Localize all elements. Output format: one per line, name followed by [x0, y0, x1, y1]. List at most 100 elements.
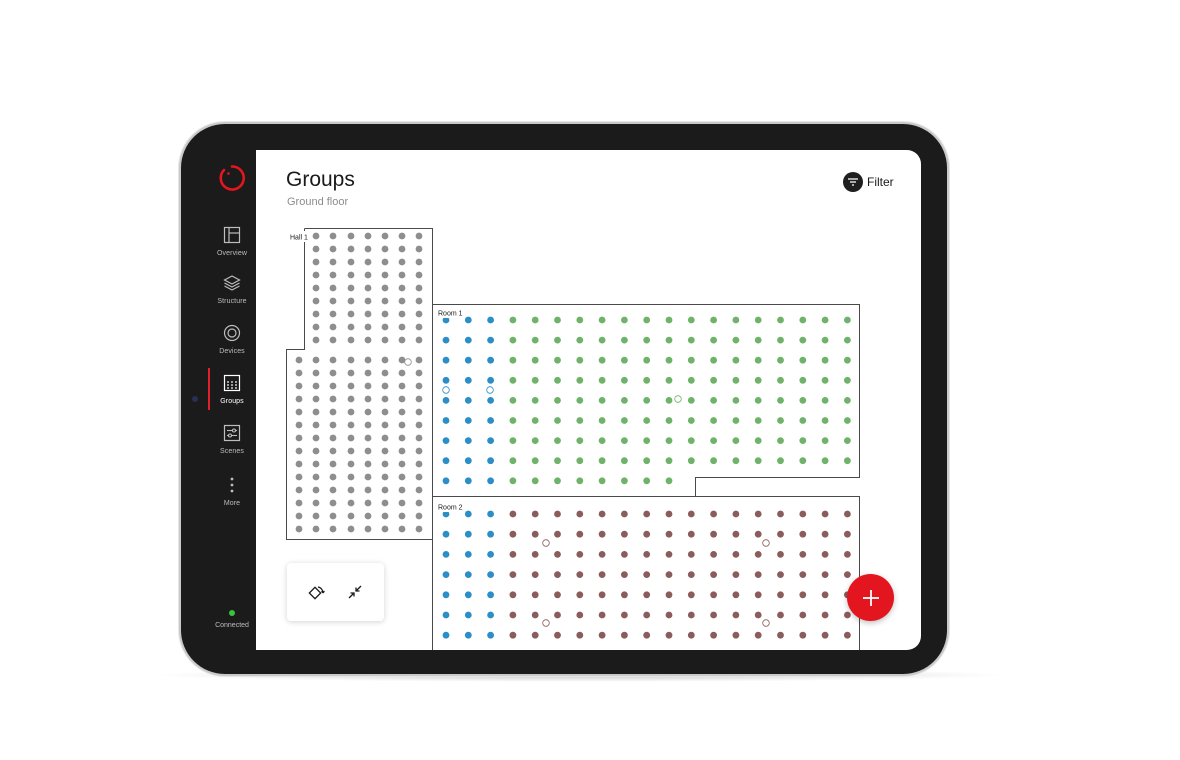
device-dot[interactable]: [777, 551, 784, 558]
device-dot[interactable]: [415, 512, 423, 520]
device-dot[interactable]: [312, 284, 320, 292]
device-dot[interactable]: [398, 323, 406, 331]
device-dot[interactable]: [347, 369, 355, 377]
device-dot[interactable]: [312, 395, 320, 403]
device-dot[interactable]: [415, 323, 423, 331]
device-dot[interactable]: [754, 611, 762, 619]
sensor-marker-icon[interactable]: [542, 619, 550, 627]
device-dot[interactable]: [576, 530, 584, 538]
device-dot[interactable]: [415, 284, 423, 292]
device-dot[interactable]: [799, 336, 807, 344]
device-dot[interactable]: [821, 530, 829, 538]
device-dot[interactable]: [621, 530, 628, 538]
device-dot[interactable]: [754, 397, 762, 404]
device-dot[interactable]: [464, 591, 472, 599]
device-dot[interactable]: [598, 530, 606, 538]
device-dot[interactable]: [364, 421, 372, 429]
device-dot[interactable]: [531, 510, 539, 518]
device-dot[interactable]: [295, 499, 303, 507]
add-button[interactable]: [847, 574, 894, 621]
device-dot[interactable]: [442, 551, 450, 558]
device-dot[interactable]: [509, 530, 517, 538]
device-dot[interactable]: [295, 473, 303, 481]
device-dot[interactable]: [364, 447, 372, 455]
device-dot[interactable]: [554, 571, 561, 578]
device-dot[interactable]: [621, 437, 628, 444]
device-dot[interactable]: [754, 551, 762, 558]
device-dot[interactable]: [732, 437, 740, 444]
device-dot[interactable]: [554, 591, 561, 599]
device-dot[interactable]: [531, 457, 539, 465]
device-dot[interactable]: [381, 271, 389, 279]
device-dot[interactable]: [621, 457, 628, 465]
device-dot[interactable]: [554, 631, 561, 639]
device-dot[interactable]: [844, 437, 851, 444]
device-dot[interactable]: [381, 382, 389, 390]
device-dot[interactable]: [381, 356, 389, 364]
device-dot[interactable]: [487, 510, 494, 518]
device-dot[interactable]: [381, 395, 389, 403]
device-dot[interactable]: [732, 376, 740, 384]
device-dot[interactable]: [509, 336, 517, 344]
device-dot[interactable]: [442, 397, 450, 404]
device-dot[interactable]: [643, 417, 651, 424]
device-dot[interactable]: [844, 551, 851, 558]
device-dot[interactable]: [329, 499, 337, 507]
device-dot[interactable]: [531, 316, 539, 324]
device-dot[interactable]: [710, 571, 717, 578]
device-dot[interactable]: [381, 232, 389, 240]
device-dot[interactable]: [312, 271, 320, 279]
device-dot[interactable]: [312, 356, 320, 364]
device-dot[interactable]: [442, 611, 450, 619]
device-dot[interactable]: [710, 551, 717, 558]
device-dot[interactable]: [576, 397, 584, 404]
device-dot[interactable]: [381, 284, 389, 292]
device-dot[interactable]: [643, 397, 651, 404]
device-dot[interactable]: [312, 310, 320, 318]
device-dot[interactable]: [643, 571, 651, 578]
device-dot[interactable]: [621, 571, 628, 578]
device-dot[interactable]: [576, 551, 584, 558]
device-dot[interactable]: [777, 571, 784, 578]
device-dot[interactable]: [554, 356, 561, 364]
device-dot[interactable]: [464, 316, 472, 324]
device-dot[interactable]: [643, 356, 651, 364]
device-dot[interactable]: [312, 232, 320, 240]
device-dot[interactable]: [347, 271, 355, 279]
device-dot[interactable]: [464, 397, 472, 404]
device-dot[interactable]: [415, 395, 423, 403]
device-dot[interactable]: [464, 530, 472, 538]
device-dot[interactable]: [329, 336, 337, 344]
device-dot[interactable]: [844, 376, 851, 384]
device-dot[interactable]: [364, 271, 372, 279]
device-dot[interactable]: [464, 336, 472, 344]
device-dot[interactable]: [295, 395, 303, 403]
device-dot[interactable]: [799, 457, 807, 465]
device-dot[interactable]: [576, 316, 584, 324]
device-dot[interactable]: [598, 477, 606, 485]
device-dot[interactable]: [398, 421, 406, 429]
device-dot[interactable]: [464, 477, 472, 485]
device-dot[interactable]: [312, 408, 320, 416]
device-dot[interactable]: [621, 376, 628, 384]
device-dot[interactable]: [576, 571, 584, 578]
device-dot[interactable]: [347, 473, 355, 481]
device-dot[interactable]: [295, 525, 303, 533]
device-dot[interactable]: [531, 356, 539, 364]
device-dot[interactable]: [754, 510, 762, 518]
device-dot[interactable]: [415, 310, 423, 318]
device-dot[interactable]: [576, 631, 584, 639]
device-dot[interactable]: [347, 245, 355, 253]
device-dot[interactable]: [665, 631, 673, 639]
device-dot[interactable]: [381, 408, 389, 416]
device-dot[interactable]: [799, 611, 807, 619]
device-dot[interactable]: [464, 437, 472, 444]
device-dot[interactable]: [329, 310, 337, 318]
device-dot[interactable]: [364, 245, 372, 253]
device-dot[interactable]: [398, 525, 406, 533]
device-dot[interactable]: [442, 417, 450, 424]
device-dot[interactable]: [799, 510, 807, 518]
device-dot[interactable]: [732, 336, 740, 344]
device-dot[interactable]: [509, 437, 517, 444]
device-dot[interactable]: [531, 611, 539, 619]
